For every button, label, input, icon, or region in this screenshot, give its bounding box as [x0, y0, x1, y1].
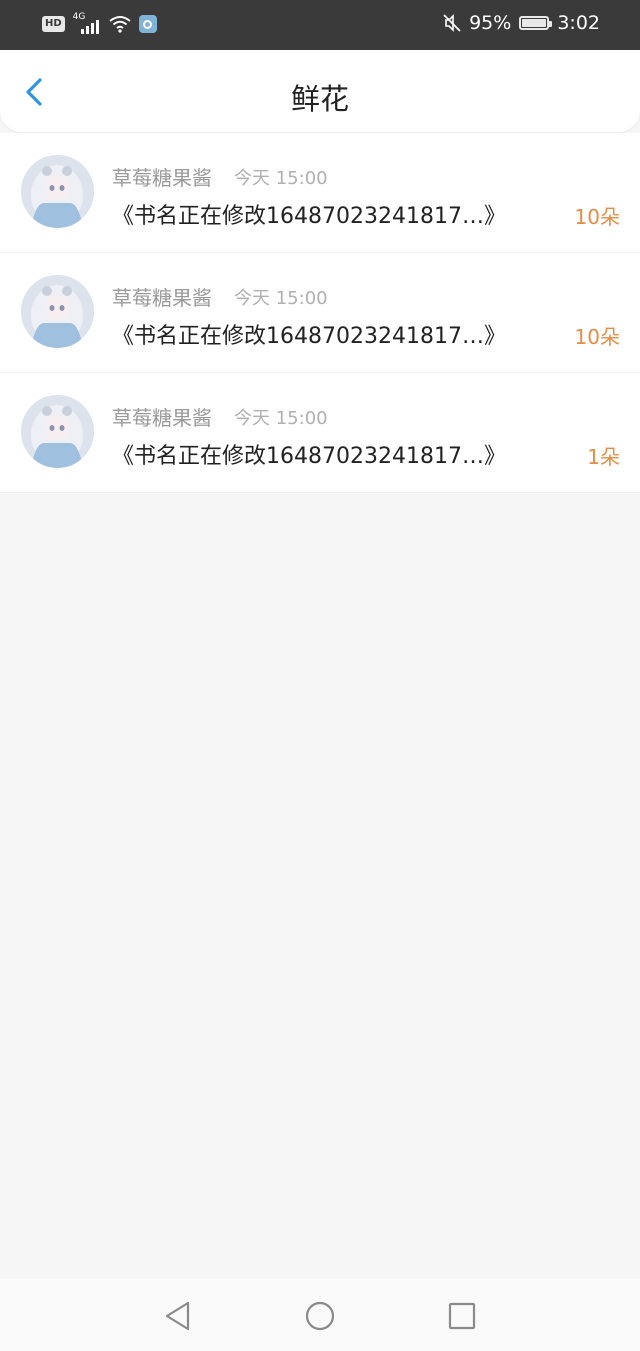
list-item[interactable]: 草莓糖果酱 今天 15:00 《书名正在修改16487023241817…》 1… — [0, 253, 640, 373]
battery-percent: 95% — [469, 12, 512, 34]
list-item[interactable]: 草莓糖果酱 今天 15:00 《书名正在修改16487023241817…》 1… — [0, 373, 640, 493]
book-title: 《书名正在修改16487023241817…》 — [112, 204, 506, 229]
flower-count: 10朵 — [574, 205, 620, 229]
flower-gift-list: 草莓糖果酱 今天 15:00 《书名正在修改16487023241817…》 1… — [0, 133, 640, 493]
nav-home-button[interactable] — [304, 1300, 336, 1332]
mute-icon — [443, 14, 461, 32]
battery-icon — [519, 16, 553, 30]
hd-badge: HD — [42, 16, 65, 32]
triangle-back-icon — [165, 1301, 190, 1331]
app-notification-icon — [138, 15, 157, 33]
avatar[interactable] — [21, 275, 94, 348]
circle-home-icon — [305, 1301, 335, 1331]
list-item[interactable]: 草莓糖果酱 今天 15:00 《书名正在修改16487023241817…》 1… — [0, 133, 640, 253]
app-header: 鲜花 — [0, 50, 640, 132]
sender-name: 草莓糖果酱 — [112, 166, 212, 190]
avatar[interactable] — [21, 155, 94, 228]
gift-time: 今天 15:00 — [234, 408, 328, 429]
book-title: 《书名正在修改16487023241817…》 — [112, 444, 506, 469]
gift-time: 今天 15:00 — [234, 288, 328, 309]
signal-icon: 4G — [73, 12, 101, 34]
flower-count: 10朵 — [574, 325, 620, 349]
page-title: 鲜花 — [290, 82, 349, 116]
status-bar: HD 4G 95% 3:02 — [0, 0, 640, 50]
status-right: 95% 3:02 — [443, 12, 600, 34]
sender-name: 草莓糖果酱 — [112, 406, 212, 430]
clock: 3:02 — [557, 12, 600, 34]
flower-count: 1朵 — [587, 445, 620, 469]
system-nav-bar — [0, 1279, 640, 1351]
wifi-icon — [109, 16, 131, 33]
avatar[interactable] — [21, 395, 94, 468]
sender-name: 草莓糖果酱 — [112, 286, 212, 310]
book-title: 《书名正在修改16487023241817…》 — [112, 324, 506, 349]
square-recents-icon — [448, 1302, 476, 1330]
status-left: HD 4G — [42, 12, 157, 34]
gift-time: 今天 15:00 — [234, 168, 328, 189]
nav-recents-button[interactable] — [446, 1300, 478, 1332]
nav-back-button[interactable] — [162, 1300, 194, 1332]
